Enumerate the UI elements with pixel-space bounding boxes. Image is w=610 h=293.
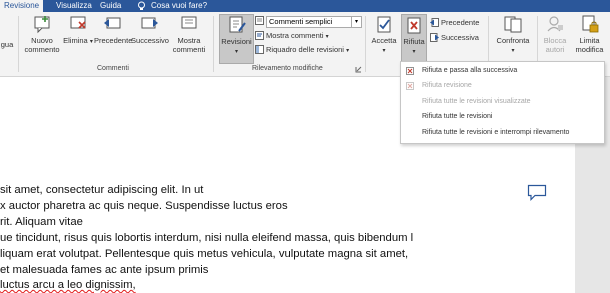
lingua-button[interactable]: gua xyxy=(0,40,14,49)
tab-visualizza[interactable]: Visualizza xyxy=(56,0,92,12)
compare-icon xyxy=(504,16,522,33)
new-comment-label-1: Nuovo xyxy=(31,36,53,45)
document-line: x auctor pharetra ac quis neque. Suspend… xyxy=(0,200,288,212)
reviewing-pane-icon xyxy=(255,45,264,54)
chevron-down-icon: ▾ xyxy=(234,49,238,55)
reject-label: Rifiuta xyxy=(403,37,425,46)
reject-dropdown-menu: Rifiuta e passa alla successiva Rifiuta … xyxy=(400,61,605,144)
reviewing-pane-label: Riquadro delle revisioni xyxy=(266,45,344,54)
block-authors-button[interactable]: Blocca autori xyxy=(540,14,570,54)
lightbulb-icon xyxy=(138,1,145,10)
previous-change-button[interactable]: Precedente xyxy=(441,17,479,28)
compare-label: Confronta xyxy=(496,36,530,45)
previous-comment-button[interactable]: Precedente xyxy=(94,14,133,45)
menu-item-reject-all[interactable]: Rifiuta tutte le revisioni xyxy=(401,111,604,123)
track-changes-label: Revisioni xyxy=(221,37,252,46)
accept-icon xyxy=(377,16,391,33)
delete-comment-label: Elimina xyxy=(63,36,88,45)
track-changes-icon xyxy=(229,16,246,33)
reject-button[interactable]: Rifiuta ▾ xyxy=(401,14,427,64)
show-markup-icon xyxy=(255,31,264,40)
chevron-down-icon: ▾ xyxy=(89,39,93,45)
block-authors-label-1: Blocca xyxy=(543,36,567,45)
next-comment-button[interactable]: Successivo xyxy=(131,14,169,45)
markup-display-value: Commenti semplici xyxy=(269,17,333,26)
delete-comment-icon xyxy=(70,16,86,29)
show-comments-label-2: commenti xyxy=(172,45,206,54)
reject-next-icon xyxy=(406,67,414,75)
show-comments-button[interactable]: Mostra commenti xyxy=(170,14,208,54)
chevron-down-icon: ▾ xyxy=(325,34,329,40)
block-authors-icon xyxy=(547,16,563,32)
document-line: et malesuada fames ac ante ipsum primis xyxy=(0,264,209,276)
block-authors-label-2: autori xyxy=(545,45,565,54)
restrict-editing-button[interactable]: Limita modifica xyxy=(571,14,608,54)
accept-button[interactable]: Accetta ▾ xyxy=(369,14,399,56)
show-comments-label-1: Mostra xyxy=(177,36,201,45)
chevron-down-icon: ▾ xyxy=(346,48,350,54)
menu-item-label: Rifiuta tutte le revisioni visualizzate xyxy=(422,98,531,105)
separator xyxy=(213,16,214,72)
lingua-label: gua xyxy=(0,40,14,49)
document-line: rit. Aliquam vitae xyxy=(0,216,83,228)
new-comment-label-2: commento xyxy=(24,45,60,54)
show-comments-icon xyxy=(181,16,197,29)
separator xyxy=(18,16,19,72)
document-line: sit amet, consectetur adipiscing elit. I… xyxy=(0,184,204,196)
restrict-editing-label-1: Limita xyxy=(579,36,600,45)
menu-item-label: Rifiuta tutte le revisioni e interrompi … xyxy=(422,129,570,136)
accept-label: Accetta xyxy=(371,36,397,45)
chevron-down-icon: ▾ xyxy=(382,48,386,54)
tab-guida[interactable]: Guida xyxy=(100,0,121,12)
menu-item-reject-all-stop-tracking[interactable]: Rifiuta tutte le revisioni e interrompi … xyxy=(401,127,604,139)
reject-icon xyxy=(406,82,414,90)
tab-revisione[interactable]: Revisione xyxy=(0,0,44,12)
next-change-icon xyxy=(430,33,439,42)
chevron-down-icon[interactable]: ▾ xyxy=(351,16,362,28)
separator xyxy=(365,16,366,72)
menu-item-label: Rifiuta e passa alla successiva xyxy=(422,67,518,74)
chevron-down-icon: ▾ xyxy=(511,48,515,54)
next-change-button[interactable]: Successiva xyxy=(441,32,479,43)
menu-item-reject-all-shown[interactable]: Rifiuta tutte le revisioni visualizzate xyxy=(401,96,604,108)
next-comment-icon xyxy=(141,17,158,29)
show-markup-dropdown[interactable]: Mostra commenti ▾ xyxy=(266,30,329,41)
document-line: luctus arcu a leo dignissim, xyxy=(0,279,136,291)
document-line: ue tincidunt, risus quis lobortis interd… xyxy=(0,232,414,244)
previous-change-icon xyxy=(430,18,439,27)
track-changes-button[interactable]: Revisioni ▾ xyxy=(219,14,254,64)
restrict-editing-label-2: modifica xyxy=(575,45,604,54)
new-comment-icon xyxy=(34,16,50,34)
comment-balloon-icon[interactable] xyxy=(527,184,547,201)
show-markup-label: Mostra commenti xyxy=(266,31,324,40)
new-comment-button[interactable]: Nuovo commento xyxy=(23,14,61,54)
ribbon-tab-bar: Revisione Visualizza Guida Cosa vuoi far… xyxy=(0,0,610,12)
previous-comment-label: Precedente xyxy=(94,36,133,45)
menu-item-label: Rifiuta revisione xyxy=(422,82,472,89)
dialog-launcher-icon[interactable] xyxy=(355,66,362,73)
markup-display-icon xyxy=(255,16,264,25)
chevron-down-icon: ▾ xyxy=(412,49,416,55)
group-label-rilevamento: Rilevamento modifiche xyxy=(252,65,323,72)
menu-item-reject-change[interactable]: Rifiuta revisione xyxy=(401,80,604,92)
reject-icon xyxy=(407,17,421,34)
menu-item-label: Rifiuta tutte le revisioni xyxy=(422,113,493,120)
document-line: liquam erat volutpat. Pellentesque quis … xyxy=(0,248,409,260)
menu-item-reject-and-next[interactable]: Rifiuta e passa alla successiva xyxy=(401,65,604,77)
group-label-commenti: Commenti xyxy=(97,65,129,72)
delete-comment-button[interactable]: Elimina ▾ xyxy=(62,14,94,47)
next-comment-label: Successivo xyxy=(131,36,169,45)
tell-me-search[interactable]: Cosa vuoi fare? xyxy=(151,0,207,12)
reviewing-pane-dropdown[interactable]: Riquadro delle revisioni ▾ xyxy=(266,44,349,55)
restrict-editing-icon xyxy=(582,15,598,33)
previous-comment-icon xyxy=(104,17,121,29)
compare-button[interactable]: Confronta ▾ xyxy=(492,14,534,56)
markup-display-select[interactable]: Commenti semplici xyxy=(266,16,354,28)
